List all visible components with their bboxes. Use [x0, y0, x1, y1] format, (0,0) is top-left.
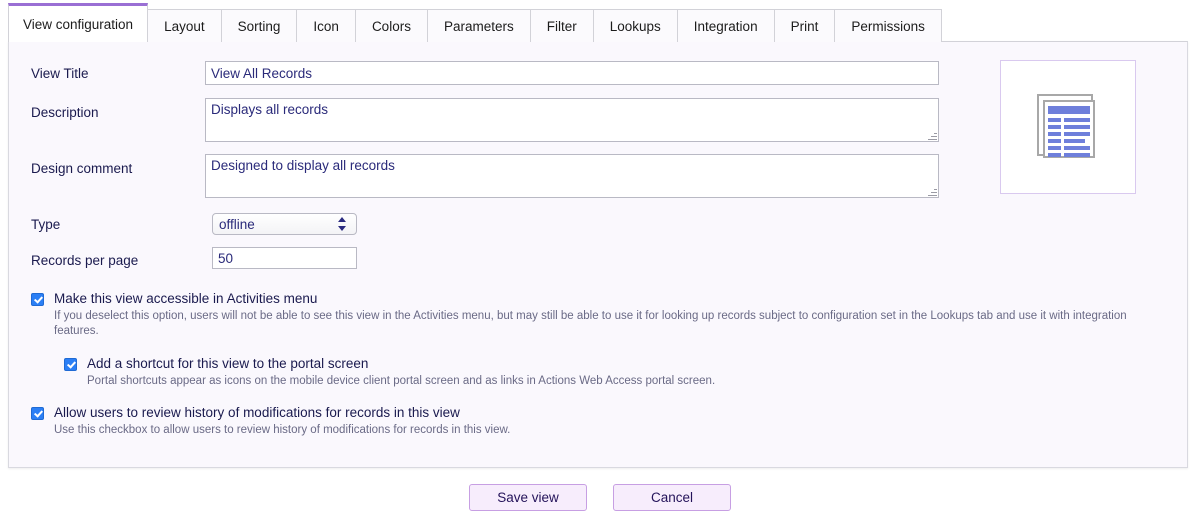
option-review-history: Allow users to review history of modific…: [31, 405, 1121, 438]
tab-print[interactable]: Print: [775, 9, 836, 42]
option-activities-menu: Make this view accessible in Activities …: [31, 291, 1141, 339]
document-list-icon: [1037, 94, 1099, 160]
tab-label: Sorting: [238, 19, 281, 34]
description-label: Description: [31, 105, 99, 120]
tab-label: Icon: [313, 19, 339, 34]
tab-sorting[interactable]: Sorting: [222, 9, 298, 42]
portal-shortcut-label: Add a shortcut for this view to the port…: [87, 356, 368, 372]
activities-menu-label: Make this view accessible in Activities …: [54, 291, 317, 307]
records-per-page-input[interactable]: [212, 247, 357, 269]
tab-integration[interactable]: Integration: [678, 9, 775, 42]
tab-colors[interactable]: Colors: [356, 9, 428, 42]
option-portal-shortcut: Add a shortcut for this view to the port…: [64, 356, 1124, 389]
chevron-updown-icon: [337, 216, 348, 232]
portal-shortcut-checkbox[interactable]: [64, 358, 77, 371]
portal-shortcut-help: Portal shortcuts appear as icons on the …: [87, 374, 1124, 389]
tab-lookups[interactable]: Lookups: [594, 9, 678, 42]
view-icon-preview[interactable]: [1000, 60, 1136, 194]
tab-layout[interactable]: Layout: [148, 9, 222, 42]
view-title-label: View Title: [31, 66, 89, 81]
type-label: Type: [31, 217, 60, 232]
view-configuration-panel: View Title Description Design comment Ty…: [8, 41, 1188, 468]
tab-filter[interactable]: Filter: [531, 9, 594, 42]
tab-label: Layout: [164, 19, 205, 34]
activities-menu-help: If you deselect this option, users will …: [54, 309, 1141, 339]
tab-label: Permissions: [851, 19, 925, 34]
records-per-page-label: Records per page: [31, 253, 138, 268]
save-view-button[interactable]: Save view: [469, 484, 587, 511]
tab-label: Integration: [694, 19, 758, 34]
form-actions: Save view Cancel: [0, 484, 1200, 511]
view-title-input[interactable]: [205, 61, 939, 85]
design-comment-label: Design comment: [31, 161, 132, 176]
tab-label: Print: [791, 19, 819, 34]
type-select-value: offline: [219, 217, 337, 232]
description-textarea[interactable]: [205, 98, 939, 142]
tab-parameters[interactable]: Parameters: [428, 9, 531, 42]
tab-permissions[interactable]: Permissions: [835, 9, 942, 42]
activities-menu-checkbox[interactable]: [31, 293, 44, 306]
review-history-label: Allow users to review history of modific…: [54, 405, 460, 421]
review-history-help: Use this checkbox to allow users to revi…: [54, 423, 1121, 438]
tab-label: Filter: [547, 19, 577, 34]
tab-view-configuration[interactable]: View configuration: [8, 3, 148, 42]
review-history-checkbox[interactable]: [31, 407, 44, 420]
design-comment-textarea[interactable]: [205, 154, 939, 198]
type-select[interactable]: offline: [212, 213, 357, 235]
cancel-button[interactable]: Cancel: [613, 484, 731, 511]
tab-label: Colors: [372, 19, 411, 34]
tab-icon[interactable]: Icon: [297, 9, 356, 42]
tab-label: Parameters: [444, 19, 514, 34]
tab-label: Lookups: [610, 19, 661, 34]
view-config-tabs: View configuration Layout Sorting Icon C…: [8, 4, 942, 42]
tab-label: View configuration: [23, 17, 133, 32]
